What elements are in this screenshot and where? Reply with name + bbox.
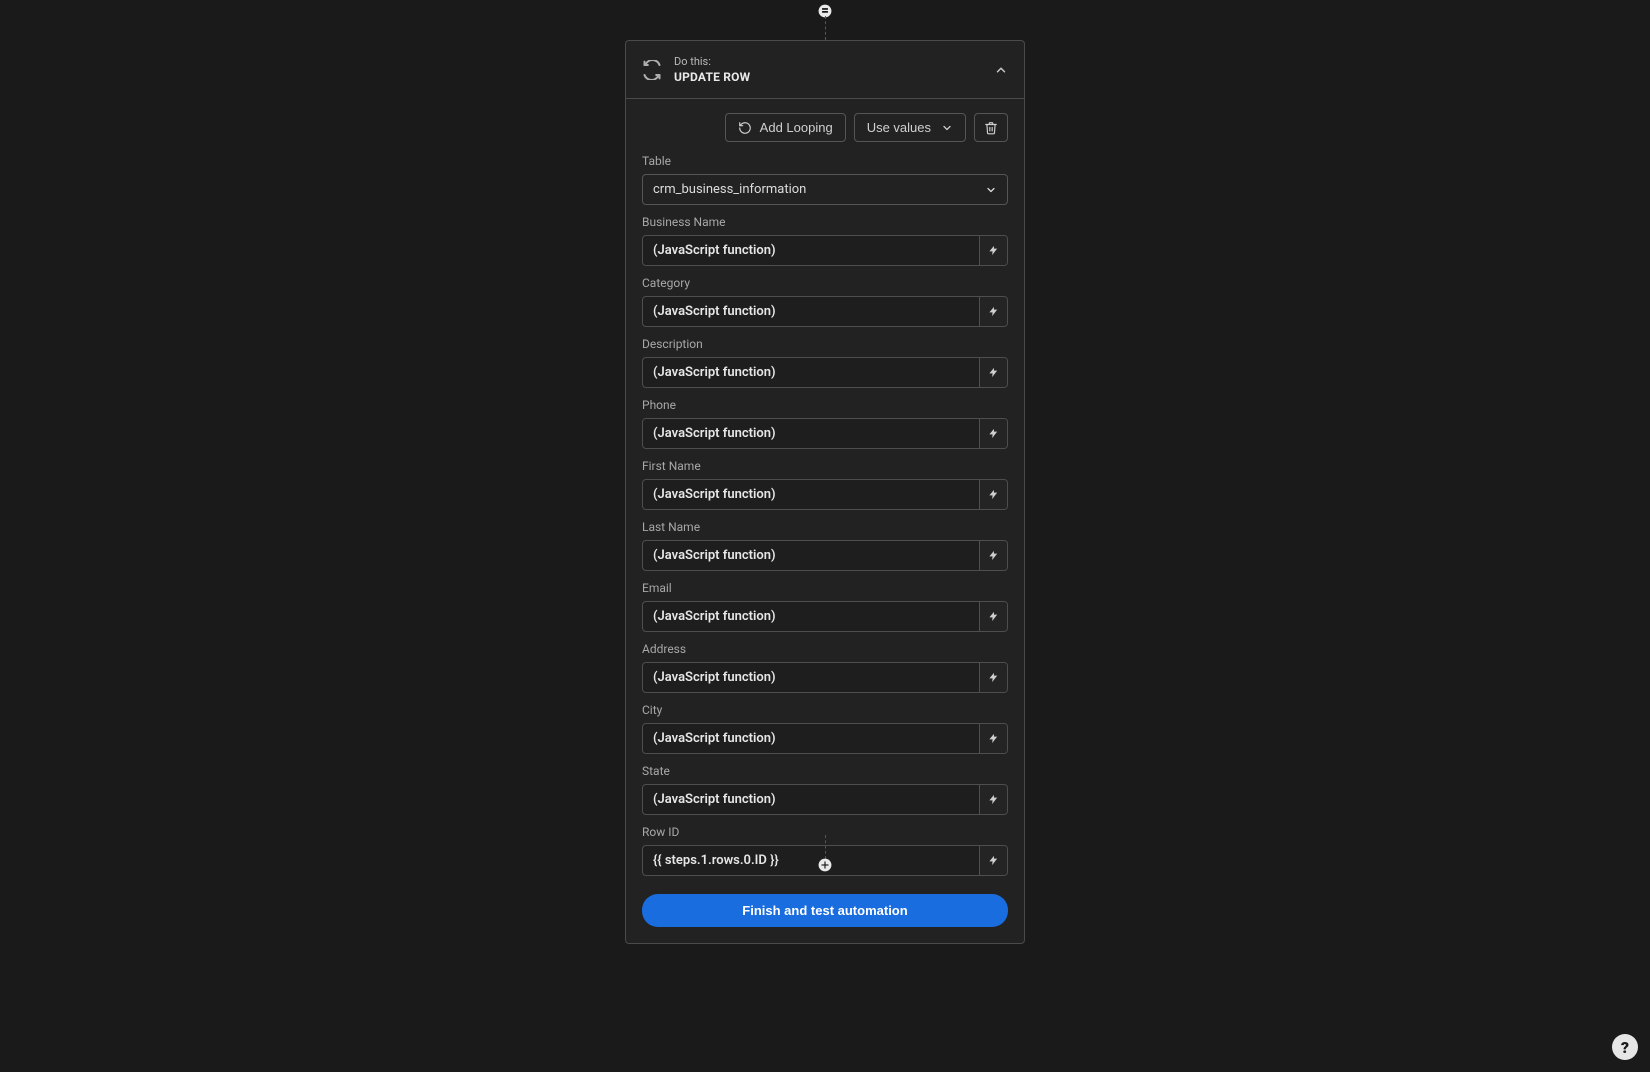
field-group: City (JavaScript function)	[642, 703, 1008, 754]
lightning-icon[interactable]	[979, 724, 1007, 753]
field-input[interactable]: (JavaScript function)	[643, 297, 979, 326]
lightning-icon[interactable]	[979, 236, 1007, 265]
use-values-button[interactable]: Use values	[854, 113, 966, 142]
help-label: ?	[1621, 1038, 1629, 1057]
lightning-icon[interactable]	[979, 480, 1007, 509]
finish-and-test-button[interactable]: Finish and test automation	[642, 894, 1008, 927]
trash-icon	[984, 121, 998, 135]
field-input[interactable]: (JavaScript function)	[643, 785, 979, 814]
connector-line-bottom	[825, 835, 826, 859]
finish-and-test-label: Finish and test automation	[742, 903, 907, 918]
field-input-row: (JavaScript function)	[642, 540, 1008, 571]
field-input[interactable]: (JavaScript function)	[643, 358, 979, 387]
panel-header[interactable]: Do this: UPDATE ROW	[626, 41, 1024, 99]
lightning-icon[interactable]	[979, 846, 1007, 875]
table-select[interactable]: crm_business_information	[642, 174, 1008, 205]
field-label: Address	[642, 642, 1008, 656]
lightning-icon[interactable]	[979, 541, 1007, 570]
field-input-row: (JavaScript function)	[642, 296, 1008, 327]
field-group: Address (JavaScript function)	[642, 642, 1008, 693]
panel-toolbar: Add Looping Use values	[642, 113, 1008, 142]
field-group: First Name (JavaScript function)	[642, 459, 1008, 510]
field-input-row: (JavaScript function)	[642, 601, 1008, 632]
lightning-icon[interactable]	[979, 663, 1007, 692]
field-label: First Name	[642, 459, 1008, 473]
field-input-row: (JavaScript function)	[642, 784, 1008, 815]
field-group: Phone (JavaScript function)	[642, 398, 1008, 449]
field-label: Email	[642, 581, 1008, 595]
field-input[interactable]: {{ steps.1.rows.0.ID }}	[643, 846, 979, 875]
field-label: Phone	[642, 398, 1008, 412]
table-selected-value: crm_business_information	[653, 182, 806, 197]
lightning-icon[interactable]	[979, 358, 1007, 387]
chevron-down-icon	[941, 122, 953, 134]
panel-title: UPDATE ROW	[674, 70, 982, 84]
chevron-up-icon	[994, 63, 1008, 77]
loop-icon	[738, 121, 752, 135]
field-label: Category	[642, 276, 1008, 290]
field-group: Description (JavaScript function)	[642, 337, 1008, 388]
field-label: State	[642, 764, 1008, 778]
connector-line-top	[825, 16, 826, 40]
field-group: Email (JavaScript function)	[642, 581, 1008, 632]
field-input[interactable]: (JavaScript function)	[643, 724, 979, 753]
automation-step-panel: Do this: UPDATE ROW Add Looping	[625, 40, 1025, 944]
help-button[interactable]: ?	[1612, 1034, 1638, 1060]
add-looping-label: Add Looping	[760, 120, 833, 135]
lightning-icon[interactable]	[979, 419, 1007, 448]
lightning-icon[interactable]	[979, 602, 1007, 631]
field-input[interactable]: (JavaScript function)	[643, 602, 979, 631]
field-input[interactable]: (JavaScript function)	[643, 541, 979, 570]
table-label: Table	[642, 154, 1008, 168]
lightning-icon[interactable]	[979, 297, 1007, 326]
field-table: Table crm_business_information	[642, 154, 1008, 205]
field-label: City	[642, 703, 1008, 717]
field-input[interactable]: (JavaScript function)	[643, 236, 979, 265]
panel-header-titles: Do this: UPDATE ROW	[674, 55, 982, 84]
field-input[interactable]: (JavaScript function)	[643, 419, 979, 448]
field-label: Business Name	[642, 215, 1008, 229]
use-values-label: Use values	[867, 120, 931, 135]
panel-body: Add Looping Use values	[626, 99, 1024, 943]
delete-step-button[interactable]	[974, 113, 1008, 142]
field-group: State (JavaScript function)	[642, 764, 1008, 815]
chevron-down-icon	[985, 184, 997, 196]
add-step-button[interactable]	[818, 858, 832, 872]
field-input-row: (JavaScript function)	[642, 662, 1008, 693]
field-input-row: (JavaScript function)	[642, 357, 1008, 388]
field-label: Last Name	[642, 520, 1008, 534]
refresh-icon	[642, 60, 662, 80]
add-looping-button[interactable]: Add Looping	[725, 113, 846, 142]
lightning-icon[interactable]	[979, 785, 1007, 814]
field-group: Last Name (JavaScript function)	[642, 520, 1008, 571]
field-input-row: (JavaScript function)	[642, 479, 1008, 510]
field-input[interactable]: (JavaScript function)	[643, 663, 979, 692]
field-group: Business Name (JavaScript function)	[642, 215, 1008, 266]
panel-pretitle: Do this:	[674, 55, 982, 68]
field-label: Description	[642, 337, 1008, 351]
field-group: Category (JavaScript function)	[642, 276, 1008, 327]
field-input[interactable]: (JavaScript function)	[643, 480, 979, 509]
field-input-row: (JavaScript function)	[642, 723, 1008, 754]
field-input-row: (JavaScript function)	[642, 235, 1008, 266]
field-input-row: (JavaScript function)	[642, 418, 1008, 449]
